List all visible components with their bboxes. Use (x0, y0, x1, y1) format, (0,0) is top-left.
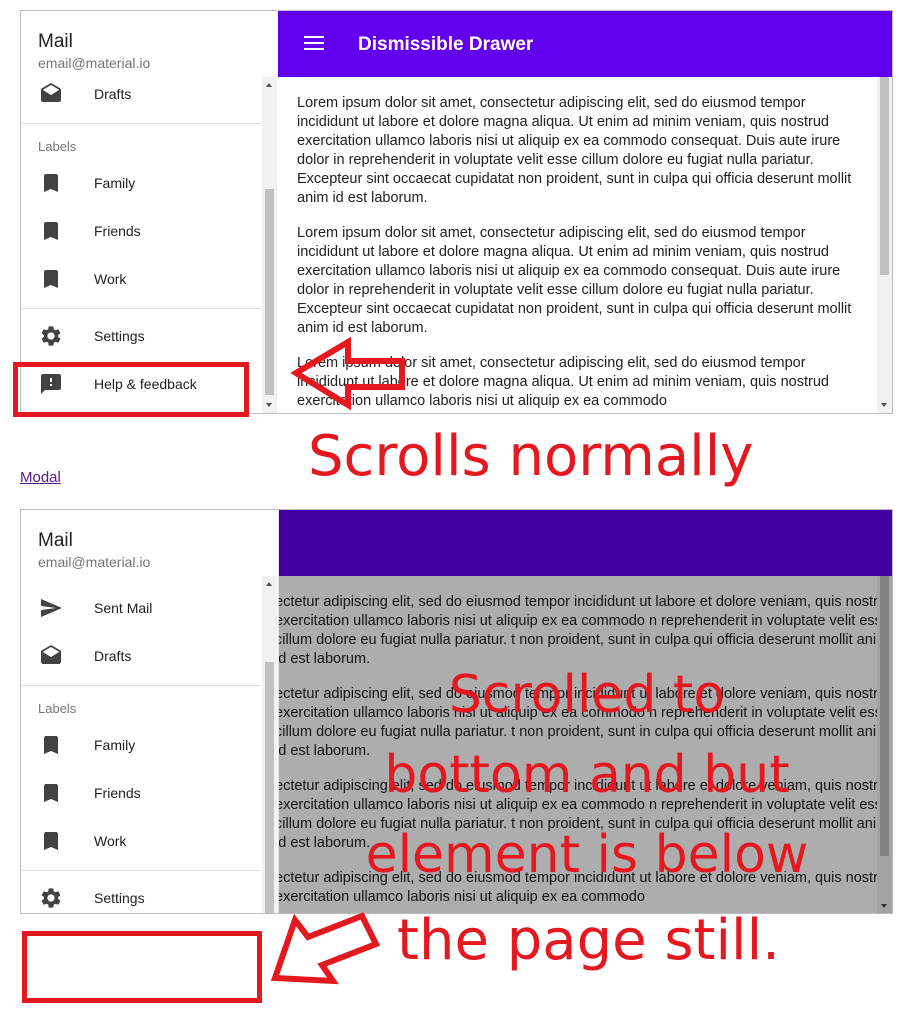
drawer-item-label: Work (94, 833, 127, 849)
annotation-page-still: the page still. (397, 908, 780, 973)
drawer-item-family[interactable]: Family (21, 161, 261, 205)
drawer-list: Sent Mail Drafts Labels Family Friends W… (21, 576, 278, 913)
drawer-header: Mail email@material.io (38, 31, 150, 72)
section-label: Labels (38, 701, 77, 716)
drawer-title: Mail (38, 31, 73, 52)
annotation-scrolls-normally: Scrolls normally (308, 424, 754, 489)
drafts-icon (41, 83, 61, 102)
drawer-item-label: Family (94, 175, 136, 191)
bookmark-icon (44, 736, 58, 754)
scroll-down-arrow[interactable] (881, 403, 887, 407)
drawer-item-sent-mail[interactable]: Sent Mail (21, 586, 261, 630)
drawer-item-label: Settings (94, 890, 145, 906)
drawer-item-friends[interactable]: Friends (21, 771, 261, 815)
scroll-up-arrow[interactable] (266, 83, 272, 87)
drawer-item-label: Friends (94, 223, 141, 239)
app-bar-title: Dismissible Drawer (358, 34, 534, 55)
drawer-item-work[interactable]: Work (21, 819, 261, 863)
arrow-down-left-annotation (270, 912, 381, 985)
settings-icon (41, 326, 61, 346)
drawer-subtitle: email@material.io (38, 554, 151, 570)
drawer-item-friends[interactable]: Friends (21, 209, 261, 253)
content-paragraph: Lorem ipsum dolor sit amet, consectetur … (297, 355, 829, 409)
bookmark-icon (44, 784, 58, 802)
drawer-title: Mail (38, 530, 73, 551)
drawer-subtitle: email@material.io (38, 55, 151, 71)
drawer-item-settings[interactable]: Settings (21, 314, 261, 358)
bookmark-icon (44, 832, 58, 850)
divider (21, 123, 261, 124)
drawer-item-label: Drafts (94, 648, 132, 664)
drawer-item-label: Settings (94, 328, 145, 344)
bookmark-icon (44, 174, 58, 192)
navigation-drawer: Mail email@material.io Drafts Labels Fam… (21, 11, 279, 413)
scroll-down-arrow[interactable] (266, 403, 272, 407)
annotation-scrolled-bottom: Scrolled to bottom and but element is be… (365, 665, 809, 885)
modal-link[interactable]: Modal (20, 469, 61, 486)
drafts-icon (41, 645, 61, 664)
drawer-header: Mail email@material.io (38, 530, 150, 571)
drawer-scrollbar[interactable] (262, 77, 277, 413)
scrollbar-thumb[interactable] (265, 662, 274, 913)
content-paragraph: Lorem ipsum dolor sit amet, consectetur … (297, 225, 852, 336)
send-icon (41, 599, 62, 617)
drawer-item-work[interactable]: Work (21, 257, 261, 301)
content-scrollbar[interactable] (877, 77, 892, 413)
drawer-item-family[interactable]: Family (21, 723, 261, 767)
menu-icon[interactable] (304, 34, 324, 52)
content-paragraph: Lorem ipsum dolor sit amet, consectetur … (297, 95, 852, 206)
drawer-item-label: Work (94, 271, 127, 287)
highlight-box (22, 931, 262, 1003)
divider (21, 308, 261, 309)
divider (21, 685, 261, 686)
drawer-scrollbar[interactable] (262, 576, 277, 913)
dismissible-drawer-demo: Mail email@material.io Drafts Labels Fam… (20, 10, 893, 414)
navigation-drawer: Mail email@material.io Sent Mail Drafts … (21, 510, 279, 913)
drawer-item-settings[interactable]: Settings (21, 876, 261, 913)
settings-icon (41, 888, 61, 908)
scroll-up-arrow[interactable] (266, 582, 272, 586)
scrollbar-thumb[interactable] (265, 189, 274, 395)
drawer-item-label: Family (94, 737, 136, 753)
bookmark-icon (44, 222, 58, 240)
drawer-item-drafts[interactable]: Drafts (21, 77, 261, 116)
main-content[interactable]: Lorem ipsum dolor sit amet, consectetur … (278, 77, 892, 413)
drawer-item-label: Friends (94, 785, 141, 801)
drawer-item-label: Sent Mail (94, 600, 153, 616)
section-label: Labels (38, 139, 77, 154)
drawer-item-label: Drafts (94, 86, 132, 102)
drawer-item-drafts[interactable]: Drafts (21, 634, 261, 678)
divider (21, 870, 261, 871)
top-app-bar: Dismissible Drawer (278, 11, 892, 77)
bookmark-icon (44, 270, 58, 288)
scrollbar-thumb[interactable] (880, 77, 889, 275)
highlight-box (13, 362, 249, 417)
